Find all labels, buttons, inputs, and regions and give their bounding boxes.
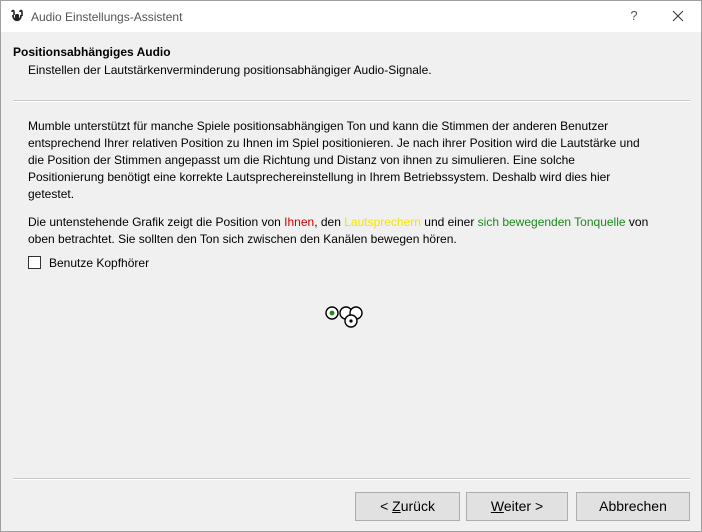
mumble-app-icon xyxy=(11,9,23,22)
headphones-label[interactable]: Benutze Kopfhörer xyxy=(49,256,149,270)
audio-wizard-window: Audio Einstellungs-Assistent ? Positions… xyxy=(0,0,702,532)
close-icon[interactable] xyxy=(663,5,693,27)
help-button[interactable]: ? xyxy=(623,6,645,26)
explanation-text: Die untenstehende Grafik zeigt die Posit… xyxy=(28,215,285,229)
cancel-button[interactable]: Abbrechen xyxy=(576,492,690,521)
wizard-header: Positionsabhängiges Audio Einstellen der… xyxy=(1,32,701,100)
you-label: Ihnen xyxy=(284,215,315,229)
title-bar: Audio Einstellungs-Assistent ? xyxy=(1,1,701,32)
explanation-text: und einer xyxy=(420,215,478,229)
footer-separator xyxy=(13,478,690,480)
header-separator xyxy=(13,100,690,102)
listener-center xyxy=(349,319,353,323)
mnemonic-letter: Z xyxy=(392,498,401,514)
explanation-text: , den xyxy=(314,215,345,229)
back-button[interactable]: < Zurück xyxy=(355,492,460,521)
moving-source-marker xyxy=(329,310,335,316)
graphic-explanation-paragraph: Die untenstehende Grafik zeigt die Posit… xyxy=(28,214,668,248)
next-button[interactable]: Weiter > xyxy=(466,492,568,521)
page-title: Positionsabhängiges Audio xyxy=(13,45,171,59)
window-title: Audio Einstellungs-Assistent xyxy=(31,10,183,24)
description-paragraph: Mumble unterstützt für manche Spiele pos… xyxy=(28,119,640,201)
mnemonic-letter: W xyxy=(490,498,504,514)
headphones-checkbox[interactable] xyxy=(28,256,41,269)
moving-source-label: sich bewegenden Tonquelle xyxy=(477,215,626,229)
speakers-label: Lautsprechern xyxy=(344,215,421,229)
page-subtitle: Einstellen der Lautstärkenverminderung p… xyxy=(28,63,432,77)
position-graphic xyxy=(325,306,363,328)
